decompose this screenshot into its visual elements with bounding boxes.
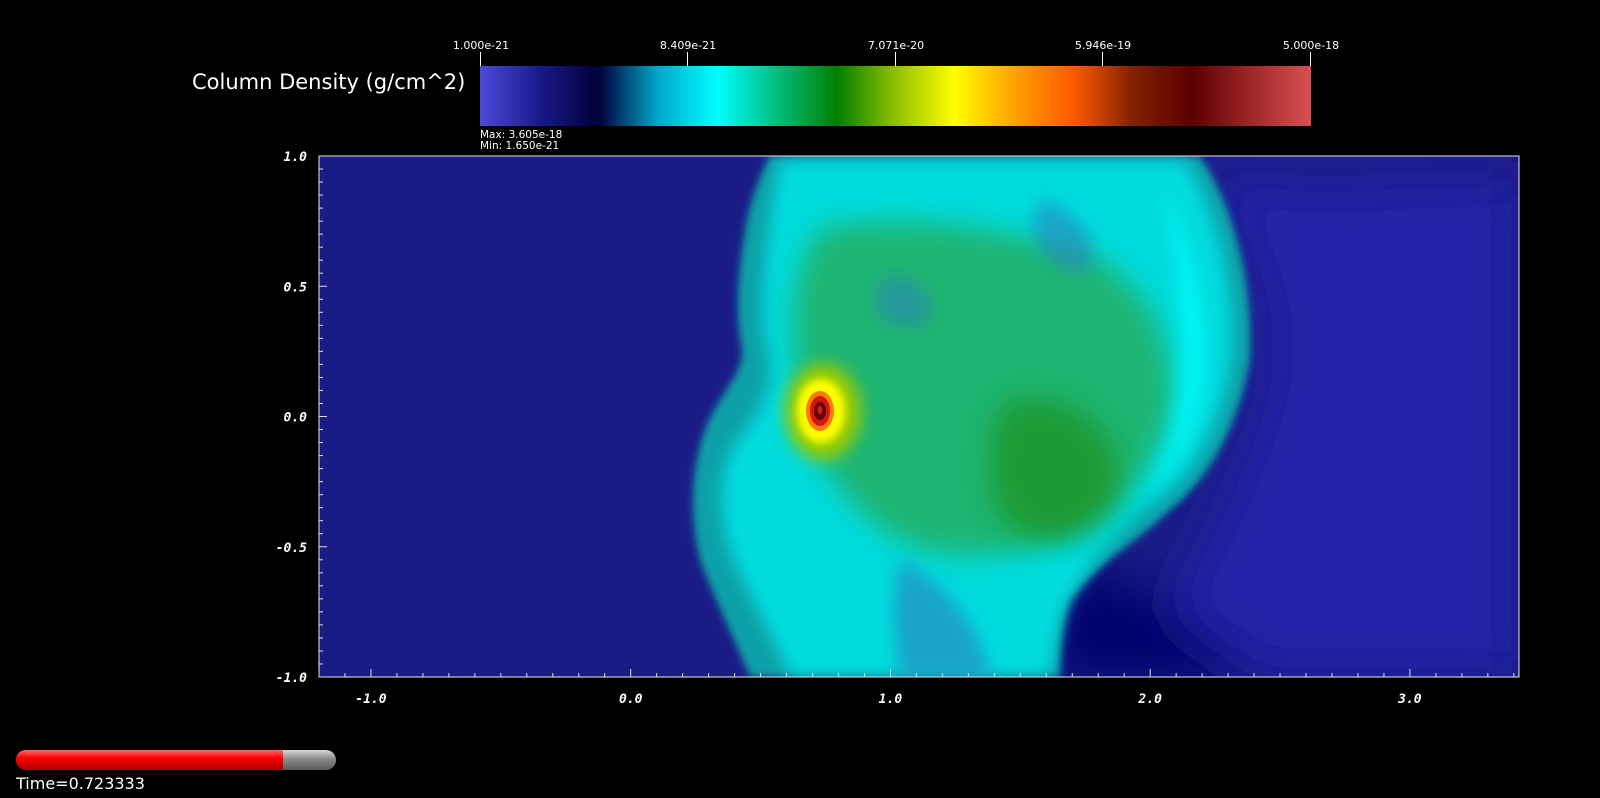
dense-core xyxy=(785,364,861,460)
y-tick-label: 1.0 xyxy=(284,150,308,165)
x-tick-label: -1.0 xyxy=(355,692,386,707)
y-tick-label: 0.0 xyxy=(284,411,308,426)
x-tick-label: 1.0 xyxy=(879,692,903,707)
y-tick-label: -1.0 xyxy=(276,671,307,686)
density-plot: -1.0 0.0 1.0 2.0 3.0 1.0 0.5 0.0 -0.5 -1.0 xyxy=(276,150,1520,707)
y-tick-label: 0.5 xyxy=(284,280,308,295)
time-label: Time=0.723333 xyxy=(16,774,145,793)
y-tick-label: -0.5 xyxy=(276,541,307,556)
time-progress-fill xyxy=(16,750,283,770)
density-field xyxy=(319,156,1519,677)
x-tick-label: 2.0 xyxy=(1137,692,1162,707)
x-tick-label: 0.0 xyxy=(619,692,643,707)
time-progress-bar[interactable] xyxy=(16,750,336,770)
x-tick-label: 3.0 xyxy=(1397,692,1422,707)
